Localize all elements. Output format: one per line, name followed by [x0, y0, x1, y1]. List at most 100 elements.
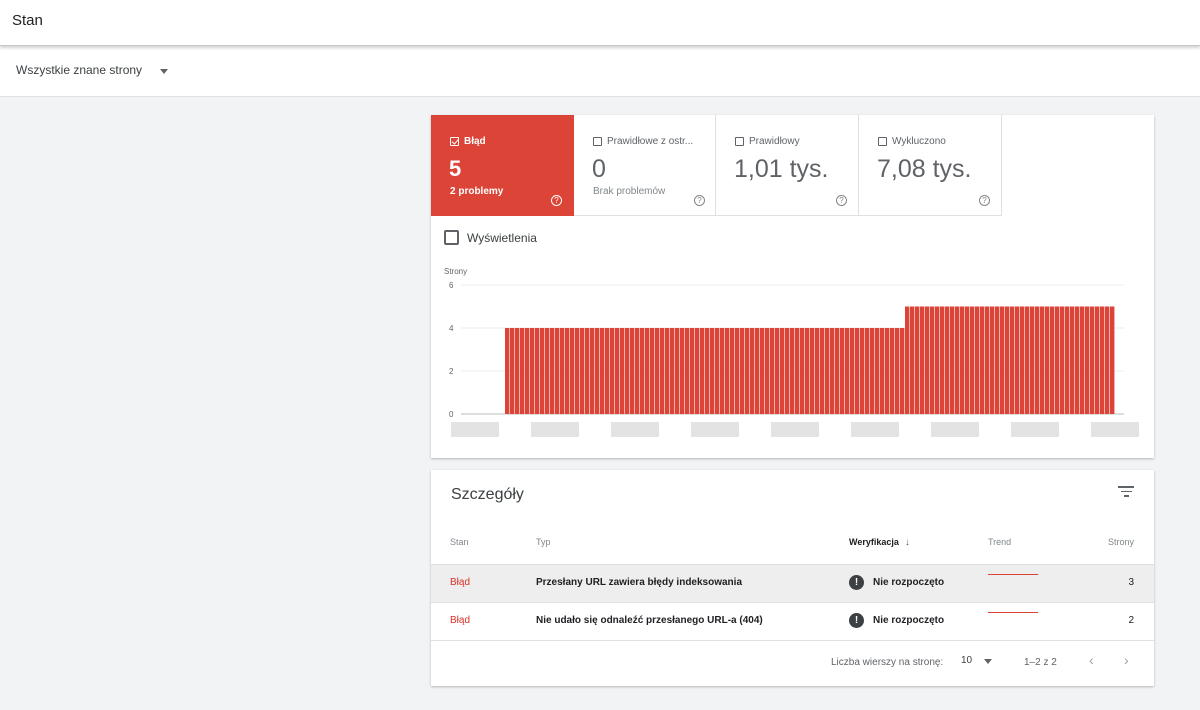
- chart-bar[interactable]: [850, 328, 855, 414]
- chart-bar[interactable]: [1015, 306, 1020, 415]
- col-header-weryfikacja[interactable]: Weryfikacja ↓: [849, 537, 910, 548]
- chart-bar[interactable]: [525, 328, 530, 414]
- chart-bar[interactable]: [685, 328, 690, 414]
- tile-valid[interactable]: Prawidłowy 1,01 tys. ?: [716, 115, 859, 216]
- help-icon[interactable]: ?: [551, 195, 562, 206]
- chart-bar[interactable]: [780, 328, 785, 414]
- chart-bar[interactable]: [950, 306, 955, 415]
- chart-bar[interactable]: [1030, 306, 1035, 415]
- chart-bar[interactable]: [775, 328, 780, 414]
- chart-bar[interactable]: [595, 328, 600, 414]
- chart-bar[interactable]: [590, 328, 595, 414]
- chart-bar[interactable]: [650, 328, 655, 414]
- chart-bar[interactable]: [505, 328, 510, 414]
- chart-bar[interactable]: [1095, 306, 1100, 415]
- chart-bar[interactable]: [630, 328, 635, 414]
- help-icon[interactable]: ?: [979, 195, 990, 206]
- chart-bar[interactable]: [790, 328, 795, 414]
- chart-bar[interactable]: [805, 328, 810, 414]
- chart-bar[interactable]: [520, 328, 525, 414]
- chart-bar[interactable]: [710, 328, 715, 414]
- chart-bar[interactable]: [835, 328, 840, 414]
- chart-bar[interactable]: [1055, 306, 1060, 415]
- chart-bar[interactable]: [670, 328, 675, 414]
- prev-page-icon[interactable]: ‹: [1089, 652, 1094, 668]
- chart-bar[interactable]: [1105, 306, 1110, 415]
- chart-bar[interactable]: [535, 328, 540, 414]
- chart-bar[interactable]: [990, 306, 995, 415]
- chart-bar[interactable]: [1060, 306, 1065, 415]
- chart-bar[interactable]: [940, 306, 945, 415]
- chart-bar[interactable]: [785, 328, 790, 414]
- help-icon[interactable]: ?: [694, 195, 705, 206]
- chart-bar[interactable]: [965, 306, 970, 415]
- chart-bar[interactable]: [945, 306, 950, 415]
- next-page-icon[interactable]: ›: [1124, 652, 1129, 668]
- chart-bar[interactable]: [1000, 306, 1005, 415]
- help-icon[interactable]: ?: [836, 195, 847, 206]
- chart-bar[interactable]: [865, 328, 870, 414]
- chart-bar[interactable]: [620, 328, 625, 414]
- chart-bar[interactable]: [655, 328, 660, 414]
- chart-bar[interactable]: [570, 328, 575, 414]
- chart-bar[interactable]: [1085, 306, 1090, 415]
- chart-bar[interactable]: [740, 328, 745, 414]
- chart-bar[interactable]: [1070, 306, 1075, 415]
- chart-bar[interactable]: [905, 306, 910, 415]
- chart-bar[interactable]: [800, 328, 805, 414]
- chart-bar[interactable]: [565, 328, 570, 414]
- chart-bar[interactable]: [705, 328, 710, 414]
- chart-bar[interactable]: [550, 328, 555, 414]
- filter-icon[interactable]: [1118, 486, 1134, 500]
- chart-bar[interactable]: [895, 328, 900, 414]
- table-row[interactable]: Błąd Nie udało się odnaleźć przesłanego …: [431, 602, 1154, 640]
- chart-bar[interactable]: [625, 328, 630, 414]
- chart-bar[interactable]: [845, 328, 850, 414]
- chart-bar[interactable]: [1005, 306, 1010, 415]
- chart-bar[interactable]: [810, 328, 815, 414]
- chart-bar[interactable]: [830, 328, 835, 414]
- chart-bar[interactable]: [975, 306, 980, 415]
- chart-bar[interactable]: [615, 328, 620, 414]
- chart-bar[interactable]: [1090, 306, 1095, 415]
- chart-bar[interactable]: [1080, 306, 1085, 415]
- chart-bar[interactable]: [580, 328, 585, 414]
- chart-bar[interactable]: [885, 328, 890, 414]
- chart-bar[interactable]: [890, 328, 895, 414]
- chart-bar[interactable]: [545, 328, 550, 414]
- chart-bar[interactable]: [605, 328, 610, 414]
- chart-bar[interactable]: [530, 328, 535, 414]
- chart-bar[interactable]: [730, 328, 735, 414]
- chart-bar[interactable]: [600, 328, 605, 414]
- chart-bar[interactable]: [645, 328, 650, 414]
- chart-bar[interactable]: [770, 328, 775, 414]
- chart-bar[interactable]: [795, 328, 800, 414]
- chart-bar[interactable]: [745, 328, 750, 414]
- chart-bar[interactable]: [715, 328, 720, 414]
- chart-bar[interactable]: [1100, 306, 1105, 415]
- chart-bar[interactable]: [1035, 306, 1040, 415]
- chart-bar[interactable]: [690, 328, 695, 414]
- chart-bar[interactable]: [735, 328, 740, 414]
- chart-bar[interactable]: [675, 328, 680, 414]
- chart-bar[interactable]: [695, 328, 700, 414]
- chart-bar[interactable]: [985, 306, 990, 415]
- chart-bar[interactable]: [1010, 306, 1015, 415]
- chart-bar[interactable]: [1045, 306, 1050, 415]
- chart-bar[interactable]: [660, 328, 665, 414]
- chart-bar[interactable]: [980, 306, 985, 415]
- chart-bar[interactable]: [825, 328, 830, 414]
- tile-error[interactable]: Błąd 5 2 problemy ?: [431, 115, 574, 216]
- chart-bar[interactable]: [725, 328, 730, 414]
- tile-valid-warnings[interactable]: Prawidłowe z ostr... 0 Brak problemów ?: [574, 115, 716, 216]
- chart-bar[interactable]: [970, 306, 975, 415]
- chart-bar[interactable]: [960, 306, 965, 415]
- chart-bar[interactable]: [860, 328, 865, 414]
- chart-bar[interactable]: [915, 306, 920, 415]
- chart-bar[interactable]: [875, 328, 880, 414]
- chart-bar[interactable]: [510, 328, 515, 414]
- chart-bar[interactable]: [925, 306, 930, 415]
- chart-bar[interactable]: [1075, 306, 1080, 415]
- chart-bar[interactable]: [1025, 306, 1030, 415]
- chart-bar[interactable]: [720, 328, 725, 414]
